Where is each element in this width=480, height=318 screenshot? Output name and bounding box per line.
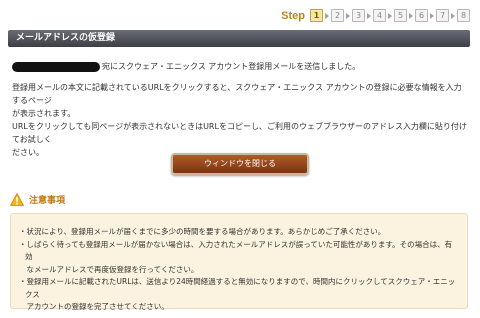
instruction-line: URLをクリックしても同ページが表示されないときはURLをコピーし、ご利用のウェ… [12,122,467,144]
step-4: 4 [373,9,386,22]
notice-header: 注意事項 [10,193,65,206]
step-arrow-icon [325,12,329,19]
step-label: Step [281,9,305,22]
redacted-email [12,61,100,72]
step-5: 5 [394,9,407,22]
step-arrow-icon [409,12,413,19]
notice-item: ・状況により、登録用メールが届くまでに多少の時間を要する場合があります。あらかじ… [19,227,386,236]
instruction-line: 登録用メールの本文に記載されているURLをクリックすると、スクウェア・エニックス… [12,83,462,105]
step-arrow-icon [451,12,455,19]
step-arrow-icon [346,12,350,19]
step-7: 7 [436,9,449,22]
step-arrow-icon [367,12,371,19]
warning-icon [10,193,24,206]
notice-item: アカウントの登録を完了させてください。 [19,302,169,311]
step-8: 8 [457,9,470,22]
notice-title: 注意事項 [29,196,66,206]
step-2: 2 [331,9,344,22]
email-sent-text: 宛にスクウェア・エニックス アカウント登録用メールを送信しました。 [102,62,361,71]
button-row: ウィンドウを閉じる [0,153,480,175]
instruction-line: が表示されます。 [12,109,76,118]
notice-item: ・しばらく待っても登録用メールが届かない場合は、入力されたメールアドレスが誤って… [19,239,453,262]
email-sent-line: 宛にスクウェア・エニックス アカウント登録用メールを送信しました。 [12,60,468,73]
step-indicator: Step 1 2 3 4 5 6 7 8 [281,9,470,22]
page-title: メールアドレスの仮登録 [8,30,470,47]
step-1: 1 [310,9,323,22]
notice-item: ・登録用メールに記載されたURLは、送信より24時間経過すると無効になりますので… [19,277,456,299]
instruction-paragraph-1: 登録用メールの本文に記載されているURLをクリックすると、スクウェア・エニックス… [12,81,468,120]
step-arrow-icon [388,12,392,19]
notice-box: ・状況により、登録用メールが届くまでに多少の時間を要する場合があります。あらかじ… [10,213,468,311]
step-3: 3 [352,9,365,22]
close-window-button[interactable]: ウィンドウを閉じる [171,153,309,175]
notice-item: なメールアドレスで再度仮登録を行ってください。 [19,264,199,274]
step-6: 6 [415,9,428,22]
message-body: 宛にスクウェア・エニックス アカウント登録用メールを送信しました。 登録用メール… [12,60,468,159]
step-arrow-icon [430,12,434,19]
